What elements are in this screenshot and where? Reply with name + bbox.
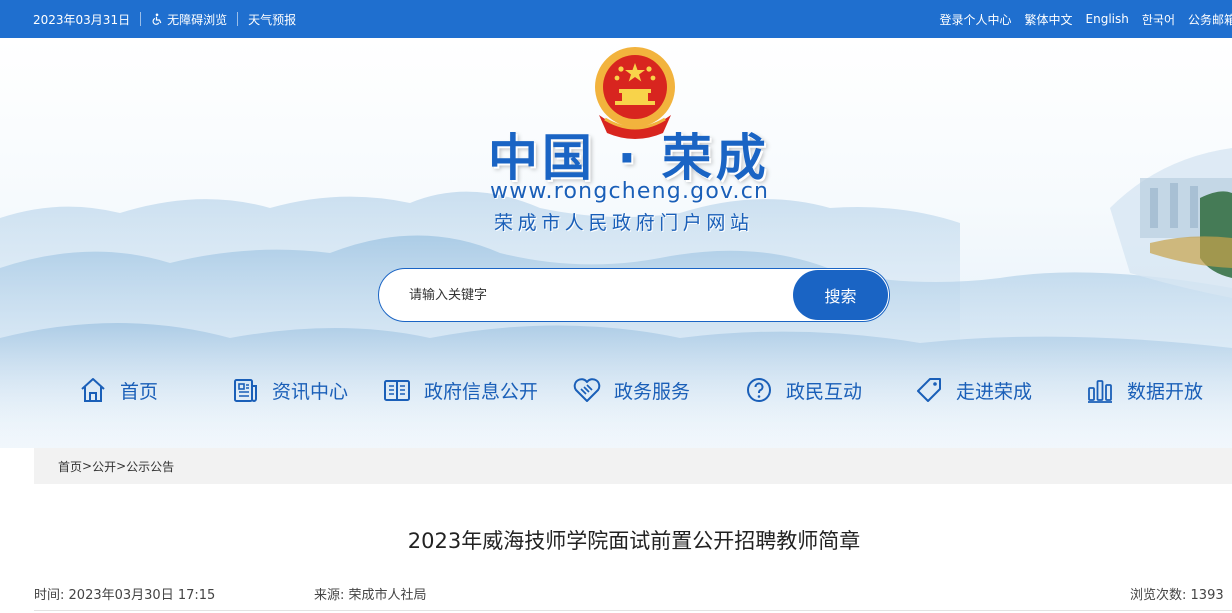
korean-link[interactable]: 한국어 — [1142, 11, 1175, 28]
nav-label: 政务服务 — [614, 380, 691, 403]
article-title: 2023年威海技师学院面试前置公开招聘教师简章 — [407, 529, 861, 553]
bar-chart-icon — [1088, 380, 1112, 403]
site-url: www.rongcheng.gov.cn — [490, 179, 770, 204]
top-bar: 2023年03月31日 无障碍浏览 天气预报 登录个人中心 繁体中文 Engli… — [0, 0, 1232, 38]
breadcrumb-public[interactable]: 公开 — [92, 458, 116, 475]
header-banner: 中国 · 荣成 www.rongcheng.gov.cn 荣成市人民政府门户网站… — [0, 38, 1232, 448]
breadcrumb-home[interactable]: 首页 — [58, 458, 82, 475]
top-bar-right: 登录个人中心 繁体中文 English 한국어 公务邮箱 — [939, 0, 1232, 38]
site-subtitle: 荣成市人民政府门户网站 — [494, 212, 754, 234]
source-label: 来源: — [314, 588, 345, 603]
divider — [140, 12, 142, 26]
search-button[interactable]: 搜索 — [793, 270, 888, 320]
nav-item-home[interactable]: 首页 — [78, 372, 158, 408]
current-date: 2023年03月31日 — [33, 12, 131, 27]
source-value: 荣成市人社局 — [348, 588, 427, 603]
breadcrumb: 首页 > 公开 > 公示公告 — [34, 448, 1232, 484]
traditional-chinese-link[interactable]: 繁体中文 — [1025, 11, 1073, 28]
nav-item-about[interactable]: 走进荣成 — [914, 372, 1032, 408]
divider — [237, 12, 239, 26]
views-value: 1393 — [1190, 588, 1224, 603]
article-source: 来源: 荣成市人社局 — [314, 584, 427, 603]
breadcrumb-separator: > — [116, 459, 127, 473]
nav-label: 首页 — [120, 380, 159, 403]
divider — [34, 610, 1232, 611]
nav-label: 政民互动 — [786, 380, 863, 403]
official-mail-link[interactable]: 公务邮箱 — [1188, 11, 1232, 28]
top-bar-left: 2023年03月31日 无障碍浏览 天气预报 — [33, 0, 296, 38]
nav-item-gov-service[interactable]: 政务服务 — [572, 372, 690, 408]
nav-label: 走进荣成 — [956, 380, 1033, 403]
nav-item-open-data[interactable]: 数据开放 — [1085, 372, 1203, 408]
nav-item-gov-info[interactable]: 政府信息公开 — [382, 372, 538, 408]
view-count: 浏览次数: 1393 — [1130, 584, 1224, 603]
nav-label: 资讯中心 — [272, 380, 349, 403]
book-icon — [384, 380, 410, 401]
login-link[interactable]: 登录个人中心 — [939, 11, 1011, 28]
question-icon — [747, 378, 771, 402]
tag-icon — [917, 378, 941, 402]
handshake-icon — [573, 378, 601, 402]
nav-item-news[interactable]: 资讯中心 — [230, 372, 348, 408]
breadcrumb-separator: > — [82, 459, 93, 473]
weather-link[interactable]: 天气预报 — [248, 11, 296, 28]
article-meta: 时间: 2023年03月30日 17:15 来源: 荣成市人社局 浏览次数: 1… — [34, 584, 1232, 603]
search-bar: 搜索 — [378, 268, 890, 322]
time-label: 时间: — [34, 588, 65, 603]
publish-time: 时间: 2023年03月30日 17:15 — [34, 584, 215, 603]
accessibility-link[interactable]: 无障碍浏览 — [151, 11, 227, 28]
breadcrumb-notice[interactable]: 公示公告 — [126, 458, 174, 475]
search-input[interactable] — [409, 269, 789, 321]
views-label: 浏览次数: — [1130, 588, 1187, 603]
nav-label: 数据开放 — [1127, 380, 1204, 403]
time-value: 2023年03月30日 17:15 — [68, 588, 216, 603]
accessibility-label: 无障碍浏览 — [167, 12, 228, 27]
english-link[interactable]: English — [1086, 12, 1129, 26]
nav-item-interaction[interactable]: 政民互动 — [744, 372, 862, 408]
nav-label: 政府信息公开 — [424, 380, 539, 403]
news-icon — [234, 379, 257, 402]
wheelchair-icon — [152, 13, 162, 25]
home-icon — [81, 378, 105, 402]
main-nav: 首页 资讯中心 政府信息公开 政务服务 政民互动 走进荣成 数据开放 — [0, 372, 1232, 408]
